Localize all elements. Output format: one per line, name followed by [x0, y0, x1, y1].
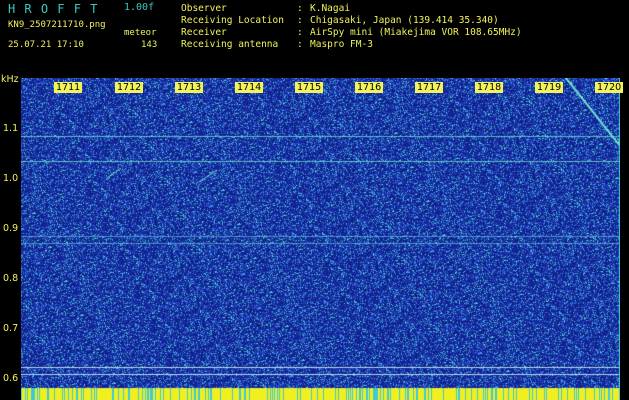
- version-label: 1.00f: [124, 2, 155, 13]
- x-tick-label: 1711: [54, 82, 83, 93]
- info-label-observer: Observer: [181, 3, 227, 14]
- header-panel: HROFFT 1.00f KN9_2507211710.png 25.07.21…: [0, 0, 629, 78]
- info-colon: :: [297, 15, 303, 26]
- info-value-location: Chigasaki, Japan (139.414 35.340): [310, 15, 499, 26]
- spectrogram-canvas: [21, 78, 620, 400]
- info-value-observer: K.Nagai: [310, 3, 351, 14]
- info-value-receiver: AirSpy mini (Miakejima VOR 108.65MHz): [310, 27, 522, 38]
- x-tick-label: 1719: [535, 82, 564, 93]
- y-tick-label: 1.1: [3, 123, 19, 134]
- info-label-antenna: Receiving antenna: [181, 39, 279, 50]
- datetime-label: 25.07.21 17:10: [8, 40, 84, 50]
- x-tick-label: 1713: [175, 82, 204, 93]
- info-value-antenna: Maspro FM-3: [310, 39, 373, 50]
- meteor-count: 143: [141, 40, 158, 50]
- info-colon: :: [297, 3, 303, 14]
- x-tick-label: 1714: [235, 82, 264, 93]
- meteor-label: meteor: [124, 28, 157, 38]
- y-unit-label: kHz: [1, 74, 19, 85]
- info-label-location: Receiving Location: [181, 15, 284, 26]
- info-label-receiver: Receiver: [181, 27, 227, 38]
- info-colon: :: [297, 39, 303, 50]
- app-title: HROFFT: [8, 2, 107, 16]
- y-tick-label: 0.6: [3, 373, 19, 384]
- filename-label: KN9_2507211710.png: [8, 20, 106, 30]
- x-tick-label: 1718: [475, 82, 504, 93]
- y-tick-label: 1.0: [3, 173, 19, 184]
- y-tick-label: 0.9: [3, 223, 19, 234]
- x-tick-label: 1716: [355, 82, 384, 93]
- x-tick-label: 1715: [295, 82, 324, 93]
- y-tick-label: 0.7: [3, 323, 19, 334]
- x-tick-label: 1712: [115, 82, 144, 93]
- x-tick-label: 1720: [595, 82, 624, 93]
- info-colon: :: [297, 27, 303, 38]
- x-tick-label: 1717: [415, 82, 444, 93]
- y-tick-label: 0.8: [3, 273, 19, 284]
